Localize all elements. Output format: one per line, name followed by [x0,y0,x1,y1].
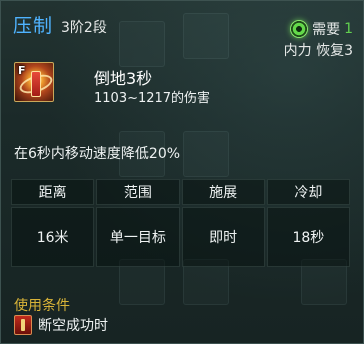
stat-header-range: 距离 [11,179,95,205]
stat-value-cast: 即时 [181,207,265,267]
stats-table: 距离 范围 施展 冷却 16米 单一目标 即时 18秒 [11,179,350,269]
slow-effect: 在6秒内移动速度降低20% [14,146,181,162]
requirement-label: 需要 [312,22,341,38]
condition-text: 断空成功时 [38,318,108,334]
stat-value-area: 单一目标 [96,207,180,267]
red-scroll-icon [31,71,41,97]
skill-icon: F [14,62,54,102]
stat-header-cooldown: 冷却 [266,179,350,205]
skill-name: 压制 [13,15,54,37]
condition-row: 断空成功时 [14,315,108,335]
skill-tooltip: 压制 3阶2段 需要 1 内力 恢复3 F 倒地3秒 1103~1217的伤害 … [0,0,364,344]
background-slot [183,13,229,59]
effect-title: 倒地3秒 [94,69,153,88]
condition-title: 使用条件 [14,298,70,314]
stat-value-cooldown: 18秒 [266,207,350,267]
resource-requirement: 需要 1 内力 恢复3 [284,19,353,60]
background-slot [119,21,165,67]
stat-header-cast: 施展 [181,179,265,205]
requirement-detail: 内力 恢复3 [283,43,353,59]
red-scroll-icon [14,315,32,335]
green-swirl-icon [290,20,309,38]
skill-rank: 3阶2段 [61,20,107,36]
skill-hotkey: F [18,64,26,77]
effect-damage: 1103~1217的伤害 [94,91,211,106]
requirement-count: 1 [344,21,353,37]
tooltip-header: 压制 3阶2段 [13,11,107,38]
stat-value-range: 16米 [11,207,95,267]
stat-header-area: 范围 [96,179,180,205]
background-slot [183,131,229,177]
